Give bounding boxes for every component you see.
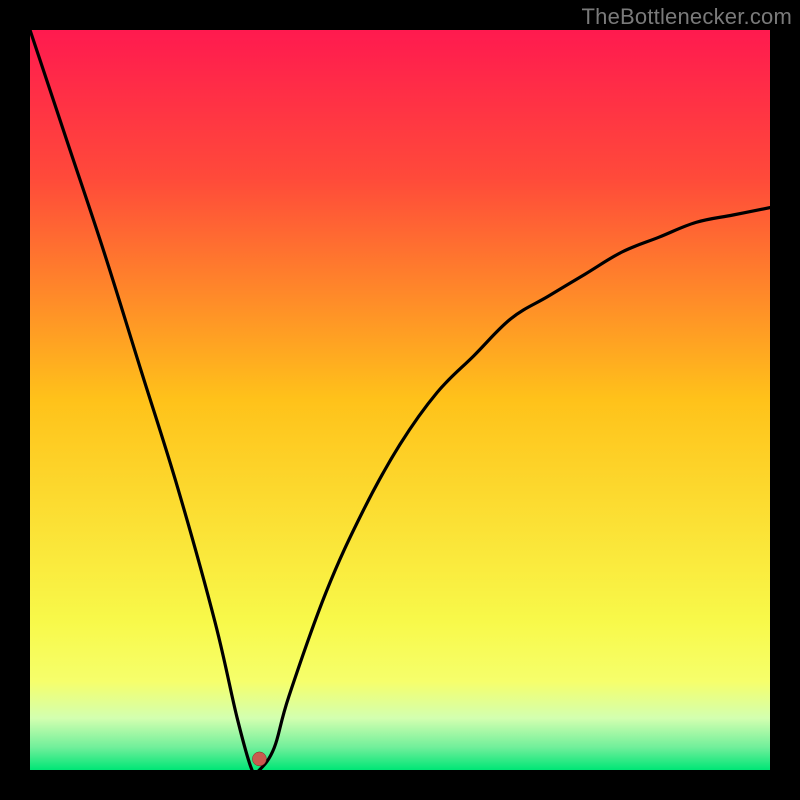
chart-outer-frame: TheBottlenecker.com bbox=[0, 0, 800, 800]
watermark-label: TheBottlenecker.com bbox=[582, 4, 792, 30]
curve-layer bbox=[30, 30, 770, 770]
plot-area bbox=[30, 30, 770, 770]
bottleneck-curve bbox=[30, 30, 770, 770]
optimal-point-marker bbox=[252, 752, 266, 766]
